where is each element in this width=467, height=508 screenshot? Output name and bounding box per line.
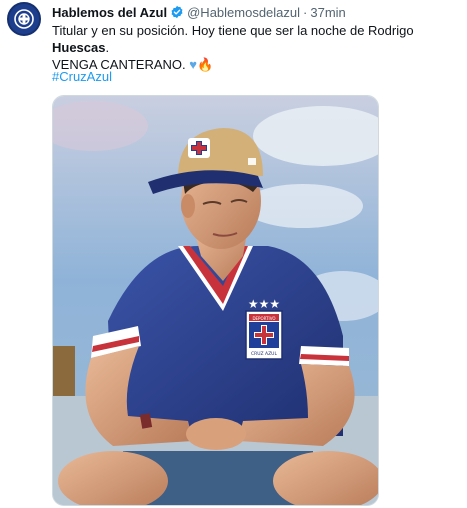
tweet-media-photo[interactable]: DEPORTIVO CRUZ AZUL ★★★: [52, 95, 379, 506]
tweet-text: Titular y en su posición. Hoy tiene que …: [52, 22, 457, 73]
author-name[interactable]: Hablemos del Azul: [52, 5, 167, 20]
badge-text-top: DEPORTIVO: [252, 316, 275, 321]
svg-text:★★★: ★★★: [248, 297, 280, 311]
hashtag-link[interactable]: #CruzAzul: [52, 69, 112, 84]
author-avatar[interactable]: [7, 2, 41, 36]
tweet-text-bold-name: Huescas: [52, 40, 106, 55]
tweet-text-line1: Titular y en su posición. Hoy tiene que …: [52, 23, 414, 38]
fire-emoji-icon: 🔥: [196, 57, 214, 72]
verified-badge-icon: [170, 5, 184, 19]
tweet[interactable]: Hablemos del Azul @Hablemosdelazul · 37m…: [0, 0, 467, 508]
player-photo-illustration: DEPORTIVO CRUZ AZUL ★★★: [53, 96, 378, 505]
podcast-logo-icon: [14, 9, 34, 29]
author-handle[interactable]: @Hablemosdelazul: [187, 5, 300, 20]
tweet-timestamp[interactable]: 37min: [310, 5, 345, 20]
badge-text-bottom: CRUZ AZUL: [251, 351, 277, 357]
tweet-header: Hablemos del Azul @Hablemosdelazul · 37m…: [52, 3, 346, 21]
tweet-text-period: .: [105, 40, 110, 55]
blue-heart-emoji-icon: ♥: [189, 57, 197, 72]
separator-dot: ·: [303, 4, 308, 20]
